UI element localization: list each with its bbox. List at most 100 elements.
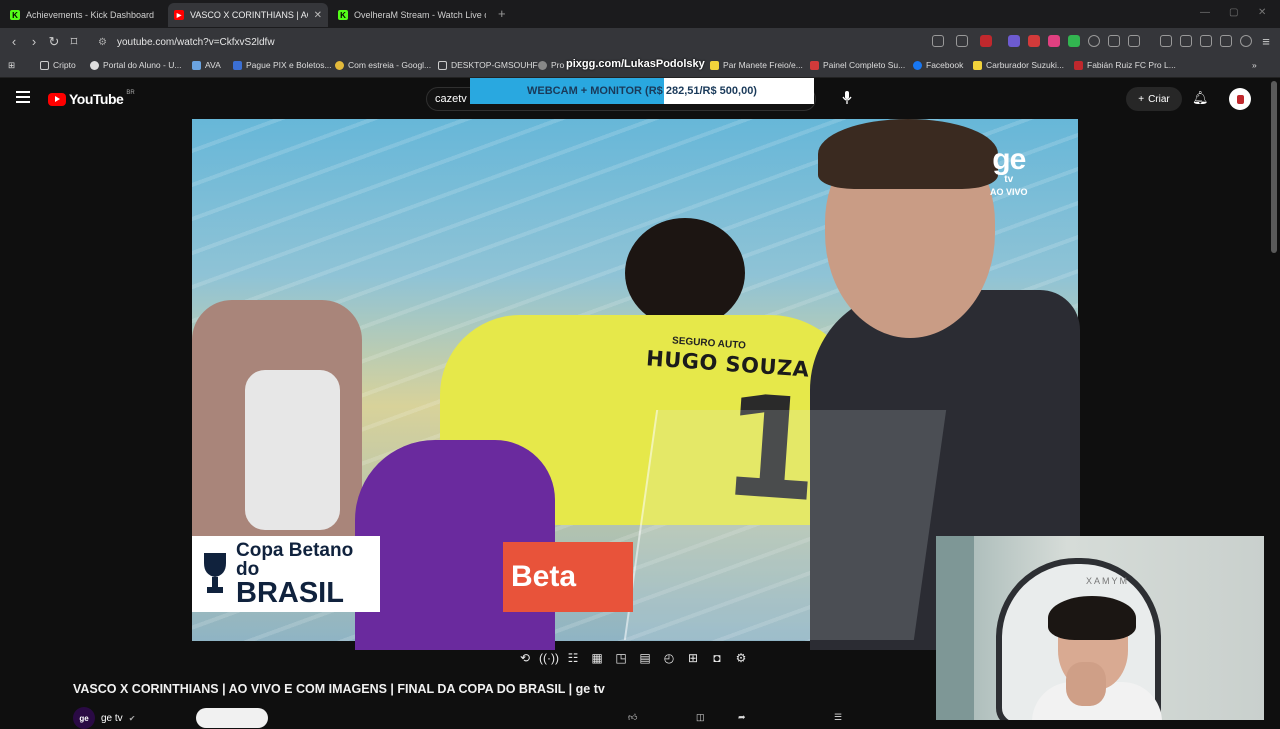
more-bookmarks-icon[interactable]: » bbox=[1252, 60, 1257, 70]
add-icon[interactable]: ⊞ bbox=[684, 649, 702, 667]
futbin-icon bbox=[1074, 60, 1083, 70]
close-tab-icon[interactable]: ✕ bbox=[314, 10, 322, 21]
ml-icon bbox=[973, 60, 982, 70]
screenshot-icon[interactable]: ◘ bbox=[708, 649, 726, 667]
extension-vasco-icon[interactable] bbox=[980, 35, 992, 47]
bookmark-fabian-ruiz[interactable]: Fabián Ruiz FC Pro L... bbox=[1074, 60, 1176, 70]
settings-gear-icon[interactable]: ⚙ bbox=[732, 649, 750, 667]
channel-name[interactable]: ge tv bbox=[101, 713, 123, 724]
youtube-play-icon bbox=[48, 92, 66, 106]
youtube-logo[interactable]: YouTube BR bbox=[48, 90, 135, 107]
extension-icon[interactable] bbox=[1088, 35, 1100, 47]
create-button[interactable]: + Criar bbox=[1126, 87, 1182, 111]
cup-word-copa: Copa bbox=[236, 539, 284, 561]
extension-icon[interactable] bbox=[1068, 35, 1080, 47]
tab-youtube-video[interactable]: ▶ VASCO X CORINTHIANS | AO VI ✕ bbox=[168, 3, 328, 27]
plus-icon: + bbox=[1138, 93, 1145, 105]
donation-goal-bar: WEBCAM + MONITOR (R$ 282,51/R$ 500,00) bbox=[470, 78, 814, 104]
forward-icon[interactable]: › bbox=[26, 34, 42, 49]
maximize-icon[interactable]: ▢ bbox=[1229, 7, 1238, 18]
audio-icon[interactable]: ((·)) bbox=[539, 649, 559, 667]
pix-donation-link: pixgg.com/LukasPodolsky bbox=[566, 58, 705, 70]
apps-grid-icon[interactable]: ⊞ bbox=[8, 60, 15, 71]
sidebar-icon[interactable] bbox=[1180, 35, 1192, 47]
youtube-icon: ▶ bbox=[174, 10, 184, 20]
vpn-icon[interactable] bbox=[1240, 35, 1252, 47]
tab-title: OvelheraM Stream - Watch Live on bbox=[354, 10, 486, 20]
loop-icon[interactable]: ⟲ bbox=[516, 649, 534, 667]
hamburger-menu-icon[interactable] bbox=[16, 91, 30, 103]
player-toolbar: ⟲ ((·)) ☷ ▦ ◳ ▤ ◴ ⊞ ◘ ⚙ bbox=[516, 648, 750, 668]
extension-icon[interactable] bbox=[1008, 35, 1020, 47]
kick-icon: K bbox=[10, 10, 20, 20]
like-button[interactable]: 👍︎ bbox=[628, 712, 637, 723]
page-scrollbar[interactable] bbox=[1271, 81, 1277, 253]
save-button[interactable]: ☰ bbox=[834, 712, 842, 723]
tab-kick-stream[interactable]: K OvelheraM Stream - Watch Live on bbox=[332, 3, 492, 27]
close-window-icon[interactable]: ✕ bbox=[1258, 7, 1266, 18]
channel-info[interactable]: ge ge tv ✔ bbox=[73, 707, 135, 729]
bookmark-label: AVA bbox=[205, 60, 221, 70]
tab-title: VASCO X CORINTHIANS | AO VI bbox=[190, 10, 308, 20]
subscribe-button[interactable] bbox=[196, 708, 268, 728]
film-icon[interactable]: ▦ bbox=[588, 649, 606, 667]
translate-icon[interactable] bbox=[1220, 35, 1232, 47]
theater-icon[interactable]: ▤ bbox=[636, 649, 654, 667]
webcam-curtain bbox=[936, 536, 974, 720]
account-avatar[interactable] bbox=[1229, 88, 1251, 110]
bookmark-cripto[interactable]: Cripto bbox=[40, 60, 76, 70]
bookmark-desktop[interactable]: DESKTOP-GMSOUHF bbox=[438, 60, 538, 70]
filter-icon[interactable]: ☷ bbox=[564, 649, 582, 667]
reload-icon[interactable]: ↻ bbox=[46, 34, 62, 50]
new-tab-icon[interactable]: + bbox=[498, 6, 506, 21]
bookmark-painel[interactable]: Painel Completo Su... bbox=[810, 60, 905, 70]
url-field[interactable]: ⚙ youtube.com/watch?v=CkfxvS2ldfw bbox=[92, 32, 922, 52]
notifications-bell-icon[interactable]: 🔔︎ bbox=[1192, 90, 1209, 106]
bookmark-label: Portal do Aluno - U... bbox=[103, 60, 182, 70]
pix-icon bbox=[233, 60, 242, 70]
video-title: VASCO X CORINTHIANS | AO VIVO E COM IMAG… bbox=[73, 682, 605, 696]
minimize-icon[interactable]: — bbox=[1200, 7, 1210, 18]
streamer-hand bbox=[1066, 662, 1106, 706]
share-button[interactable]: ➦ bbox=[738, 712, 746, 723]
cup-word-brasil: BRASIL bbox=[236, 576, 344, 609]
microphone-icon[interactable] bbox=[836, 87, 858, 109]
share-arrow-icon: ➦ bbox=[738, 712, 746, 722]
bookmark-ava[interactable]: AVA bbox=[192, 60, 221, 70]
extension-icon[interactable] bbox=[1128, 35, 1140, 47]
address-bar: ‹ › ↻ ⌑ ⚙ youtube.com/watch?v=CkfxvS2ldf… bbox=[0, 28, 1280, 56]
bookmark-carburador[interactable]: Carburador Suzuki... bbox=[973, 60, 1064, 70]
bookmark-google[interactable]: Com estreia - Googl... bbox=[335, 60, 431, 70]
man-hair bbox=[818, 119, 998, 189]
bookmark-pague-pix[interactable]: Pague PIX e Boletos... bbox=[233, 60, 332, 70]
region-code: BR bbox=[126, 90, 135, 96]
share-icon[interactable] bbox=[956, 35, 968, 47]
extension-icon[interactable] bbox=[1048, 35, 1060, 47]
wallet-icon[interactable] bbox=[1200, 35, 1212, 47]
channel-avatar[interactable]: ge bbox=[73, 707, 95, 729]
glass-panel bbox=[623, 410, 947, 640]
broadcaster-logo: ge bbox=[992, 143, 1026, 176]
bookmark-portal-aluno[interactable]: Portal do Aluno - U... bbox=[90, 60, 181, 70]
pip-icon[interactable]: ◳ bbox=[612, 649, 630, 667]
site-info-icon[interactable]: ⚙ bbox=[98, 37, 107, 48]
tab-title: Achievements - Kick Dashboard bbox=[26, 10, 155, 20]
streamer-hair bbox=[1048, 596, 1136, 640]
bookmark-facebook[interactable]: Facebook bbox=[913, 60, 963, 70]
extension-icon[interactable] bbox=[1028, 35, 1040, 47]
tab-kick-dashboard[interactable]: K Achievements - Kick Dashboard bbox=[4, 3, 164, 27]
dislike-button[interactable]: ◫ bbox=[696, 712, 705, 723]
extensions-puzzle-icon[interactable] bbox=[1108, 35, 1120, 47]
search-value: cazetv bbox=[435, 93, 467, 105]
bookmark-pro[interactable]: Pro bbox=[538, 60, 564, 70]
menu-icon[interactable]: ≡ bbox=[1258, 34, 1274, 49]
cast-icon[interactable] bbox=[932, 35, 944, 47]
trophy-icon bbox=[204, 553, 226, 593]
media-icon[interactable] bbox=[1160, 35, 1172, 47]
bookmark-manete[interactable]: Par Manete Freio/e... bbox=[710, 60, 803, 70]
kick-icon: K bbox=[338, 10, 348, 20]
speed-icon[interactable]: ◴ bbox=[660, 649, 678, 667]
bookmark-icon[interactable]: ⌑ bbox=[66, 34, 82, 50]
google-icon bbox=[335, 60, 344, 70]
back-icon[interactable]: ‹ bbox=[6, 34, 22, 49]
